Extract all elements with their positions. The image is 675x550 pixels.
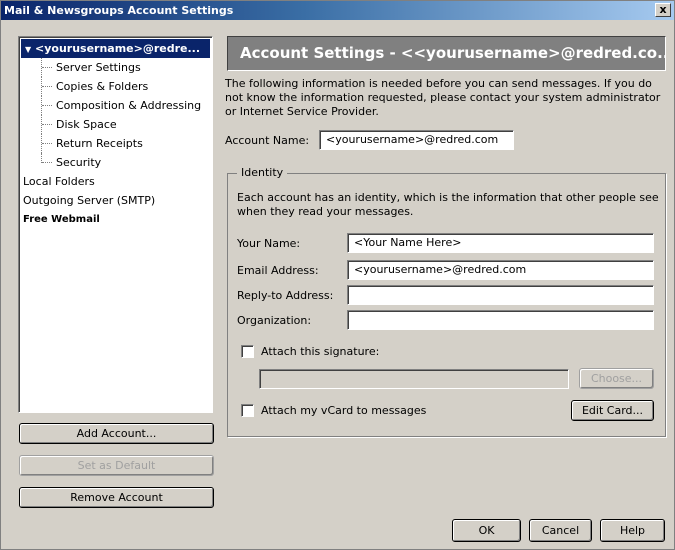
tree-item-security[interactable]: Security xyxy=(19,153,212,172)
email-address-value: <yourusername>@redred.com xyxy=(354,263,527,276)
tree-item-account-label: <yourusername>@redre... xyxy=(35,42,201,55)
tree-item-label: Copies & Folders xyxy=(56,80,149,93)
ok-label: OK xyxy=(478,524,495,537)
tree-item-composition[interactable]: Composition & Addressing xyxy=(19,96,212,115)
edit-card-label: Edit Card... xyxy=(581,404,644,417)
page-title: Account Settings - <<yourusername>@redre… xyxy=(227,36,666,71)
ok-button[interactable]: OK xyxy=(452,519,521,542)
title-bar[interactable]: Mail & Newsgroups Account Settings x xyxy=(1,1,674,20)
tree-branch-line xyxy=(41,96,53,115)
organization-label: Organization: xyxy=(237,314,312,327)
tree-item-outgoing-server[interactable]: Outgoing Server (SMTP) xyxy=(19,191,212,210)
tree-item-server-settings[interactable]: Server Settings xyxy=(19,58,212,77)
choose-button: Choose... xyxy=(579,368,654,389)
tree-item-label: Outgoing Server (SMTP) xyxy=(23,194,156,207)
identity-legend: Identity xyxy=(237,166,288,179)
tree-item-label: Server Settings xyxy=(56,61,141,74)
cancel-label: Cancel xyxy=(541,524,580,537)
chevron-down-icon[interactable]: ▼ xyxy=(25,45,31,54)
choose-label: Choose... xyxy=(590,372,643,385)
tree-item-return-receipts[interactable]: Return Receipts xyxy=(19,134,212,153)
tree-item-local-folders[interactable]: Local Folders xyxy=(19,172,212,191)
identity-description: Each account has an identity, which is t… xyxy=(237,191,659,218)
set-default-button: Set as Default xyxy=(19,455,214,476)
your-name-value: <Your Name Here> xyxy=(354,236,462,249)
add-account-button[interactable]: Add Account... xyxy=(19,423,214,444)
account-settings-dialog: Mail & Newsgroups Account Settings x ▼ <… xyxy=(0,0,675,550)
tree-item-label: Composition & Addressing xyxy=(56,99,202,112)
tree-item-label: Security xyxy=(56,156,102,169)
tree-item-free-webmail[interactable]: Free Webmail xyxy=(19,210,212,229)
close-icon: x xyxy=(659,3,667,16)
attach-vcard-checkbox[interactable] xyxy=(241,404,254,417)
remove-account-label: Remove Account xyxy=(70,491,163,504)
tree-branch-line xyxy=(41,153,53,163)
page-title-text: Account Settings - <<yourusername>@redre… xyxy=(240,44,666,62)
your-name-field[interactable]: <Your Name Here> xyxy=(347,233,654,253)
reply-to-field[interactable] xyxy=(347,285,654,305)
your-name-label: Your Name: xyxy=(237,237,301,250)
tree-item-label: Disk Space xyxy=(56,118,117,131)
tree-branch-line xyxy=(41,134,53,153)
email-address-label: Email Address: xyxy=(237,264,319,277)
tree-item-label: Local Folders xyxy=(23,175,95,188)
organization-field[interactable] xyxy=(347,310,654,330)
attach-signature-checkbox[interactable] xyxy=(241,345,254,358)
cancel-button[interactable]: Cancel xyxy=(529,519,592,542)
add-account-label: Add Account... xyxy=(76,427,157,440)
help-label: Help xyxy=(619,524,646,537)
email-address-field[interactable]: <yourusername>@redred.com xyxy=(347,260,654,280)
edit-card-button[interactable]: Edit Card... xyxy=(571,400,654,421)
window-title: Mail & Newsgroups Account Settings xyxy=(4,4,234,17)
tree-item-account[interactable]: ▼ <yourusername>@redre... xyxy=(21,39,210,58)
intro-text: The following information is needed befo… xyxy=(225,77,661,118)
tree-item-copies-folders[interactable]: Copies & Folders xyxy=(19,77,212,96)
account-name-value: <yourusername>@redred.com xyxy=(326,133,499,146)
tree-branch-line xyxy=(41,77,53,96)
account-name-field[interactable]: <yourusername>@redred.com xyxy=(319,130,514,150)
reply-to-label: Reply-to Address: xyxy=(237,289,334,302)
signature-file-field xyxy=(259,369,569,389)
tree-item-disk-space[interactable]: Disk Space xyxy=(19,115,212,134)
account-tree[interactable]: ▼ <yourusername>@redre... Server Setting… xyxy=(18,36,213,413)
attach-vcard-label[interactable]: Attach my vCard to messages xyxy=(261,404,426,417)
account-name-label: Account Name: xyxy=(225,134,310,147)
remove-account-button[interactable]: Remove Account xyxy=(19,487,214,508)
tree-branch-line xyxy=(41,115,53,134)
close-button[interactable]: x xyxy=(655,3,671,17)
tree-item-label: Return Receipts xyxy=(56,137,143,150)
help-button[interactable]: Help xyxy=(600,519,665,542)
tree-branch-line xyxy=(41,58,53,77)
tree-item-label: Free Webmail xyxy=(23,214,100,225)
set-default-label: Set as Default xyxy=(77,459,156,472)
attach-signature-label[interactable]: Attach this signature: xyxy=(261,345,379,358)
